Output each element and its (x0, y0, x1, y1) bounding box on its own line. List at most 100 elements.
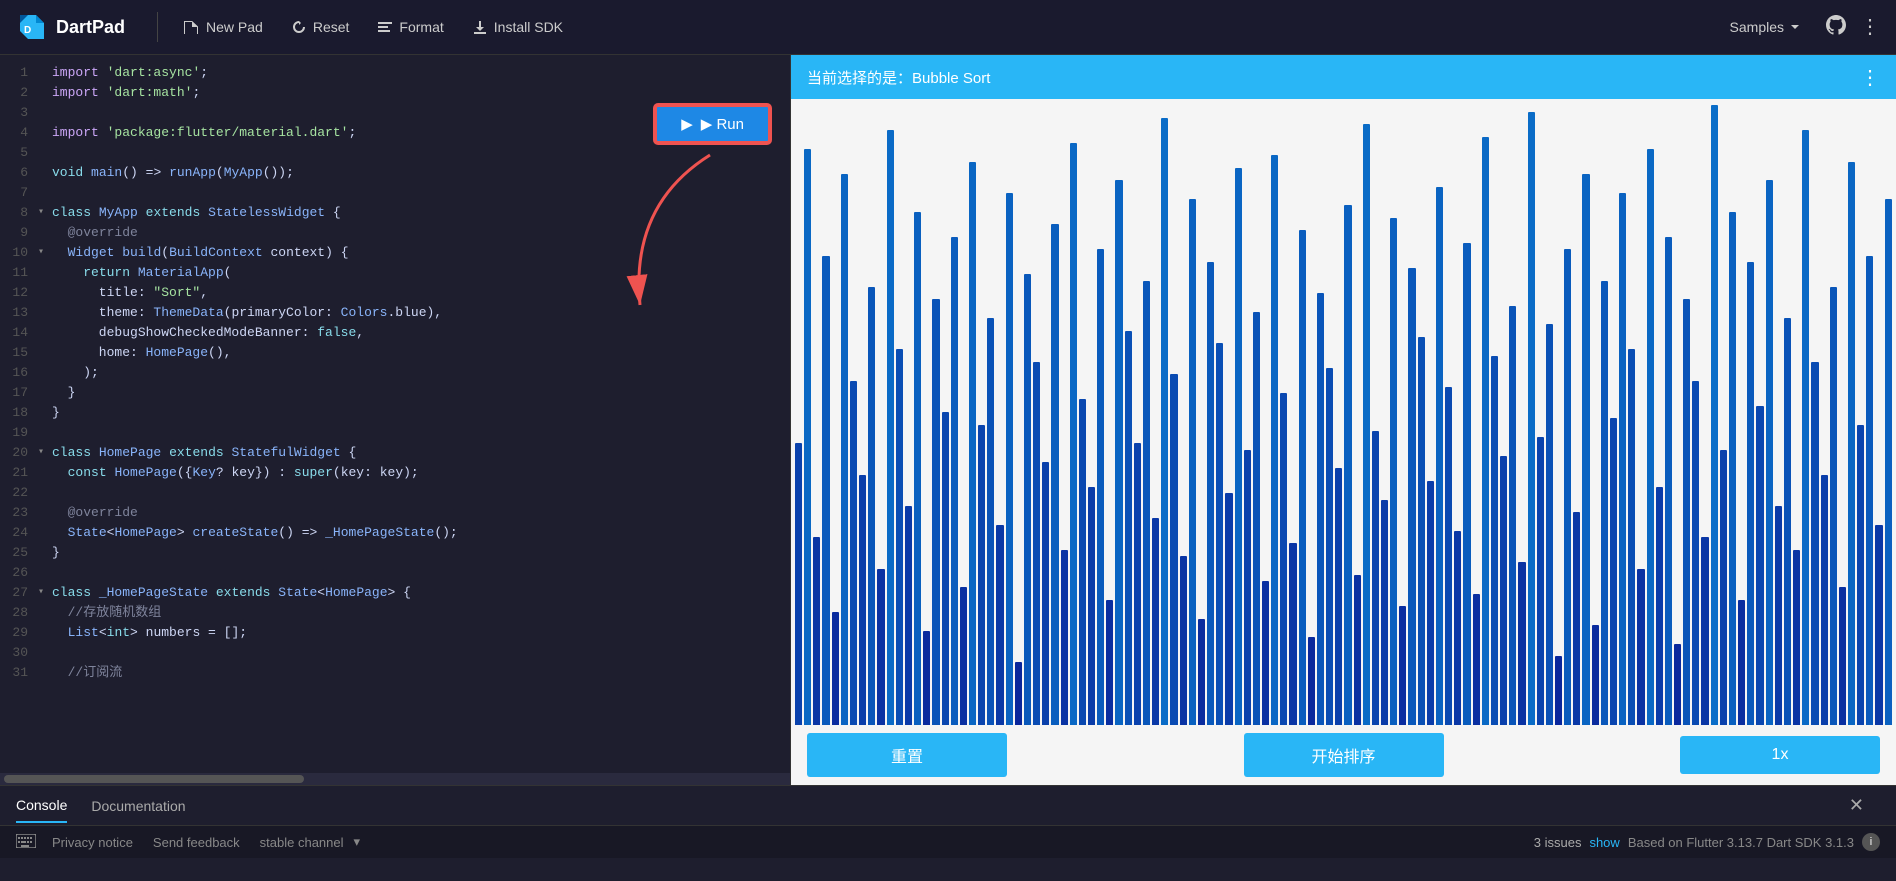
table-row: 7 (0, 183, 790, 203)
sort-button[interactable]: 开始排序 (1244, 733, 1444, 777)
output-buttons: 重置 开始排序 1x (791, 725, 1896, 785)
reset-button[interactable]: 重置 (807, 733, 1007, 777)
more-options-icon[interactable]: ⋮ (1860, 14, 1880, 40)
bar (996, 525, 1003, 725)
show-issues-link[interactable]: show (1589, 835, 1619, 850)
bar (1674, 644, 1681, 725)
channel-text: stable channel (260, 835, 344, 850)
table-row: 6 void main() => runApp(MyApp()); (0, 163, 790, 183)
output-more-icon[interactable]: ⋮ (1860, 65, 1880, 90)
bar (1619, 193, 1626, 725)
bar (914, 212, 921, 725)
bar (887, 130, 894, 725)
editor-scrollbar[interactable] (0, 773, 790, 785)
main-layout: 1 import 'dart:async'; 2 import 'dart:ma… (0, 55, 1896, 785)
bar (868, 287, 875, 725)
bar (923, 631, 930, 725)
run-button-area: ▶ ▶ Run (655, 105, 770, 143)
bar (1683, 299, 1690, 725)
samples-button[interactable]: Samples (1720, 13, 1812, 41)
table-row: 10 ▾ Widget build(BuildContext context) … (0, 243, 790, 263)
bar (1592, 625, 1599, 725)
format-label: Format (399, 19, 443, 35)
format-icon (377, 19, 393, 35)
bar (1152, 518, 1159, 725)
bar (1463, 243, 1470, 725)
bar (932, 299, 939, 725)
bar (841, 174, 848, 725)
dart-logo-icon: D (16, 11, 48, 43)
table-row: 9 @override (0, 223, 790, 243)
bar (987, 318, 994, 725)
table-row: 19 (0, 423, 790, 443)
scrollbar-thumb[interactable] (4, 775, 304, 783)
table-row: 12 title: "Sort", (0, 283, 790, 303)
bar (1445, 387, 1452, 725)
bar (942, 412, 949, 725)
bar (1802, 130, 1809, 725)
issues-count: 3 issues (1534, 835, 1582, 850)
reset-icon (291, 19, 307, 35)
speed-button[interactable]: 1x (1680, 736, 1880, 774)
table-row: 13 theme: ThemeData(primaryColor: Colors… (0, 303, 790, 323)
bar (1061, 550, 1068, 725)
privacy-notice-link[interactable]: Privacy notice (52, 835, 133, 850)
bar (1244, 450, 1251, 725)
bar (1811, 362, 1818, 725)
run-icon: ▶ (681, 115, 693, 133)
table-row: 2 import 'dart:math'; (0, 83, 790, 103)
install-sdk-button[interactable]: Install SDK (462, 13, 573, 41)
bar (978, 425, 985, 725)
send-feedback-link[interactable]: Send feedback (153, 835, 240, 850)
table-row: 17 } (0, 383, 790, 403)
samples-label: Samples (1730, 19, 1784, 35)
logo-text: DartPad (56, 17, 125, 38)
close-panel-button[interactable]: ✕ (1849, 795, 1864, 816)
bar (1143, 281, 1150, 725)
bar (1885, 199, 1892, 725)
bar (1344, 205, 1351, 725)
bar (1656, 487, 1663, 725)
bar (1701, 537, 1708, 725)
bar (1006, 193, 1013, 725)
tab-console[interactable]: Console (16, 789, 67, 823)
new-pad-icon (184, 19, 200, 35)
code-editor[interactable]: 1 import 'dart:async'; 2 import 'dart:ma… (0, 55, 790, 773)
bar (1647, 149, 1654, 725)
bar (1830, 287, 1837, 725)
table-row: 27 ▾ class _HomePageState extends State<… (0, 583, 790, 603)
editor-pane[interactable]: 1 import 'dart:async'; 2 import 'dart:ma… (0, 55, 790, 785)
info-icon[interactable]: i (1862, 833, 1880, 851)
svg-text:D: D (24, 25, 31, 36)
topnav: D DartPad New Pad Reset Format Install S… (0, 0, 1896, 55)
format-button[interactable]: Format (367, 13, 453, 41)
bar (1408, 268, 1415, 725)
bar (1537, 437, 1544, 725)
bar (1582, 174, 1589, 725)
reset-button[interactable]: Reset (281, 13, 360, 41)
bar (1747, 262, 1754, 725)
table-row: 16 ); (0, 363, 790, 383)
github-icon[interactable] (1824, 13, 1848, 42)
bar (1399, 606, 1406, 725)
bar (1225, 493, 1232, 725)
run-button[interactable]: ▶ ▶ Run (655, 105, 770, 143)
new-pad-button[interactable]: New Pad (174, 13, 273, 41)
bar (1766, 180, 1773, 725)
table-row: 22 (0, 483, 790, 503)
table-row: 8 ▾ class MyApp extends StatelessWidget … (0, 203, 790, 223)
tab-documentation[interactable]: Documentation (91, 790, 185, 822)
status-right: 3 issues show Based on Flutter 3.13.7 Da… (1534, 833, 1880, 851)
bar (1289, 543, 1296, 725)
chevron-down-icon (1788, 20, 1802, 34)
bar (1161, 118, 1168, 725)
bar (1573, 512, 1580, 725)
status-bar: Privacy notice Send feedback stable chan… (0, 826, 1896, 858)
bar (960, 587, 967, 725)
bar (1866, 256, 1873, 726)
table-row: 28 //存放随机数组 (0, 603, 790, 623)
bar (1033, 362, 1040, 725)
bar (1601, 281, 1608, 725)
bar (1775, 506, 1782, 725)
channel-dropdown-icon[interactable]: ▾ (354, 834, 361, 850)
